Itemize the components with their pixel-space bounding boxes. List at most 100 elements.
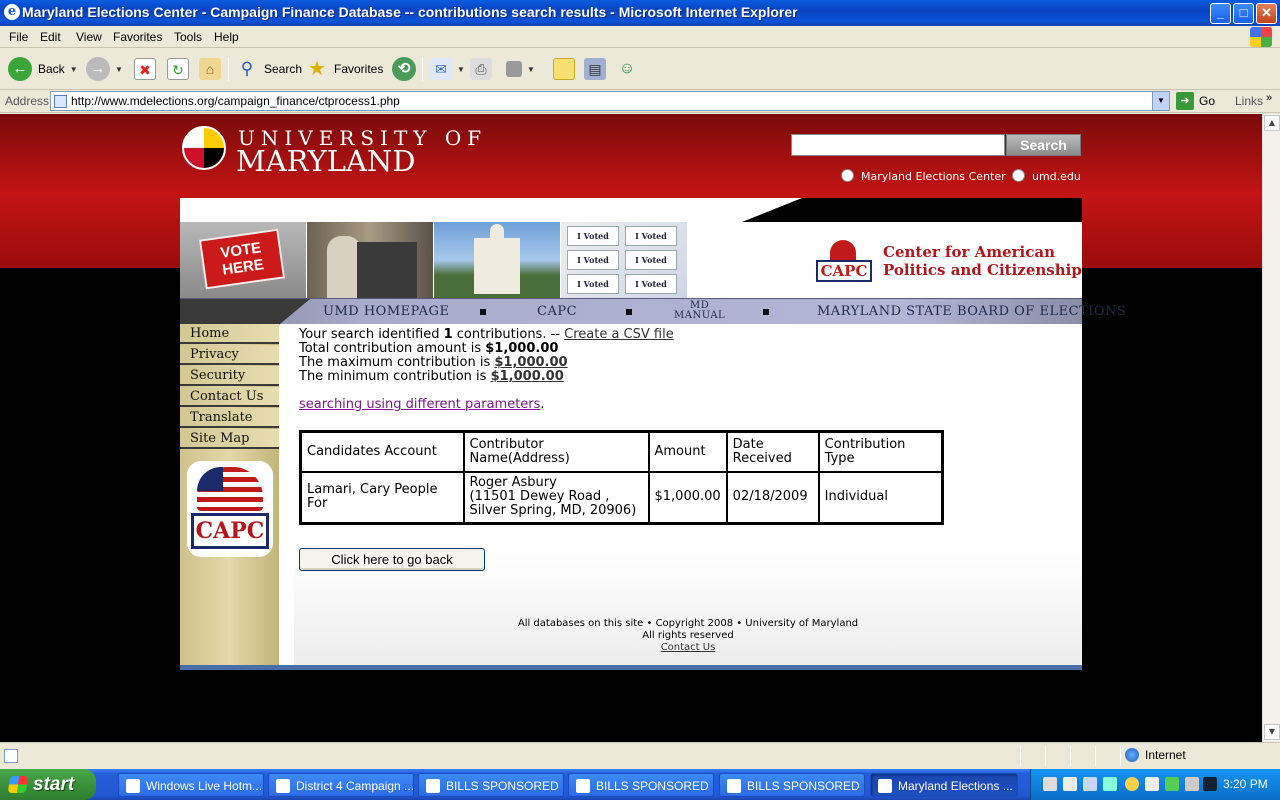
menu-favorites[interactable]: Favorites <box>113 30 162 44</box>
cell-amount: $1,000.00 <box>647 470 728 525</box>
nav-state-board-of-elections[interactable]: MARYLAND STATE BOARD OF ELECTIONS <box>817 304 1126 319</box>
toolbar: ← Back ▼ → ▼ ✖ ↻ ⌂ ⚲ Search ★ Favorites … <box>0 48 1280 90</box>
sidebar-item-contact-us[interactable]: Contact Us <box>180 387 279 407</box>
pen-icon[interactable] <box>1083 777 1097 791</box>
home-button[interactable]: ⌂ <box>199 55 221 83</box>
sidebar-item-security[interactable]: Security <box>180 366 279 386</box>
site-search-button[interactable]: Search <box>1006 134 1081 156</box>
security-zone: Internet <box>1125 748 1186 762</box>
address-dropdown-icon[interactable]: ▼ <box>1152 92 1169 110</box>
go-button[interactable]: ➜ Go <box>1176 92 1215 110</box>
network-icon[interactable] <box>1185 777 1199 791</box>
address-input[interactable] <box>71 93 1141 109</box>
task-windows-live-hotmail[interactable]: Windows Live Hotm... <box>118 773 264 797</box>
task-district-4-campaign[interactable]: District 4 Campaign ... <box>268 773 414 797</box>
results-count: 1 <box>443 327 453 342</box>
min-amount-link[interactable]: $1,000.00 <box>491 369 564 384</box>
status-bar: Internet <box>0 742 1280 769</box>
refresh-button[interactable]: ↻ <box>167 55 189 83</box>
clock: 3:20 PM <box>1223 777 1268 791</box>
sidebar-item-home[interactable]: Home <box>180 324 279 344</box>
check-icon[interactable] <box>1103 777 1117 791</box>
toolbar-separator <box>228 57 229 81</box>
maryland-flag-icon <box>182 126 226 170</box>
ie-icon <box>576 779 590 793</box>
search-again-link[interactable]: searching using different parameters <box>299 397 540 412</box>
footer-contact-link[interactable]: Contact Us <box>661 642 716 653</box>
go-back-button[interactable]: Click here to go back <box>299 548 485 571</box>
close-button[interactable]: ✕ <box>1256 3 1277 24</box>
nav-bullet <box>763 309 769 315</box>
frame-bottom-bar <box>180 665 1082 670</box>
umd-logo[interactable]: UNIVERSITY OF MARYLAND <box>182 126 481 178</box>
signal-icon[interactable] <box>1165 777 1179 791</box>
nav-umd-homepage[interactable]: UMD HOMEPAGE <box>323 304 449 319</box>
nav-bullet <box>480 309 486 315</box>
maximize-button[interactable]: □ <box>1233 3 1254 24</box>
ie-icon <box>727 779 741 793</box>
sidebar-item-privacy[interactable]: Privacy <box>180 345 279 365</box>
menu-bar: File Edit View Favorites Tools Help <box>0 26 1280 48</box>
menu-file[interactable]: File <box>9 30 28 44</box>
forward-dropdown-icon[interactable]: ▼ <box>115 65 123 74</box>
nav-md-manual[interactable]: MD MANUAL <box>674 301 725 321</box>
scroll-down-icon[interactable]: ▼ <box>1264 724 1280 740</box>
page-frame: VOTE HERE I Voted I Voted I Voted I Vote… <box>180 198 1126 670</box>
radio-umd-edu[interactable] <box>1012 169 1025 182</box>
mail-dropdown-icon[interactable]: ▼ <box>457 65 465 74</box>
toolbar-separator <box>422 57 423 81</box>
mail-button[interactable]: ✉ ▼ <box>430 55 465 83</box>
discuss-button[interactable] <box>553 55 575 83</box>
chevron-right-icon[interactable]: » <box>1266 92 1272 104</box>
sidebar-item-translate[interactable]: Translate <box>180 408 279 428</box>
stop-button[interactable]: ✖ <box>134 55 156 83</box>
research-icon: ▤ <box>584 58 606 80</box>
address-field[interactable]: ▼ <box>50 91 1170 111</box>
edit-dropdown-icon[interactable]: ▼ <box>527 65 535 74</box>
document-icon <box>276 779 290 793</box>
menu-help[interactable]: Help <box>214 30 239 44</box>
forward-button[interactable]: → ▼ <box>86 55 123 83</box>
research-button[interactable]: ▤ <box>584 55 606 83</box>
voting-booth-photo <box>307 222 434 298</box>
scroll-up-icon[interactable]: ▲ <box>1264 115 1280 131</box>
chevron-left-icon[interactable] <box>1125 777 1139 791</box>
task-bills-sponsored-2[interactable]: BILLS SPONSORED ... <box>568 773 714 797</box>
edit-button[interactable]: ▼ <box>506 55 535 83</box>
history-button[interactable]: ⟲ <box>392 55 416 83</box>
back-button[interactable]: ← Back ▼ <box>8 55 78 83</box>
search-button[interactable]: ⚲ Search <box>236 55 302 83</box>
menu-tools[interactable]: Tools <box>174 30 202 44</box>
display-icon[interactable] <box>1063 777 1077 791</box>
messenger-button[interactable]: ☺ <box>616 55 638 83</box>
task-bills-sponsored-3[interactable]: BILLS SPONSORED ... <box>719 773 865 797</box>
volume-icon[interactable] <box>1145 777 1159 791</box>
create-csv-link[interactable]: Create a CSV file <box>564 327 674 342</box>
capc-banner[interactable]: CAPC Center for American Politics and Ci… <box>690 222 1082 298</box>
site-search-input[interactable] <box>791 134 1005 156</box>
links-toolbar[interactable]: Links <box>1235 94 1263 108</box>
i-voted-stickers-photo: I Voted I Voted I Voted I Voted I Voted … <box>561 222 688 298</box>
ie-icon <box>426 779 440 793</box>
cell-type: Individual <box>817 470 944 525</box>
favorites-button[interactable]: ★ Favorites <box>306 55 383 83</box>
table-row: Lamari, Cary People For Roger Asbury (11… <box>299 470 944 525</box>
max-amount-link[interactable]: $1,000.00 <box>494 355 567 370</box>
sidebar-item-site-map[interactable]: Site Map <box>180 429 279 449</box>
task-bills-sponsored-1[interactable]: BILLS SPONSORED ... <box>418 773 564 797</box>
print-button[interactable]: ⎙ <box>470 55 492 83</box>
back-dropdown-icon[interactable]: ▼ <box>70 65 78 74</box>
banner-photos: VOTE HERE I Voted I Voted I Voted I Vote… <box>180 222 690 298</box>
capc-sidebar-logo[interactable]: CAPC <box>187 461 273 557</box>
menu-view[interactable]: View <box>76 30 102 44</box>
nav-capc[interactable]: CAPC <box>537 304 577 319</box>
task-maryland-elections[interactable]: Maryland Elections ... <box>870 773 1018 797</box>
radio-maryland-elections[interactable] <box>841 169 854 182</box>
tool-icon[interactable] <box>1043 777 1057 791</box>
monitor-icon[interactable] <box>1203 777 1217 791</box>
start-button[interactable]: start <box>0 769 96 800</box>
vertical-scrollbar[interactable]: ▲ ▼ <box>1262 114 1280 742</box>
capitol-flag-icon <box>197 467 263 511</box>
minimize-button[interactable]: _ <box>1210 3 1231 24</box>
menu-edit[interactable]: Edit <box>40 30 61 44</box>
